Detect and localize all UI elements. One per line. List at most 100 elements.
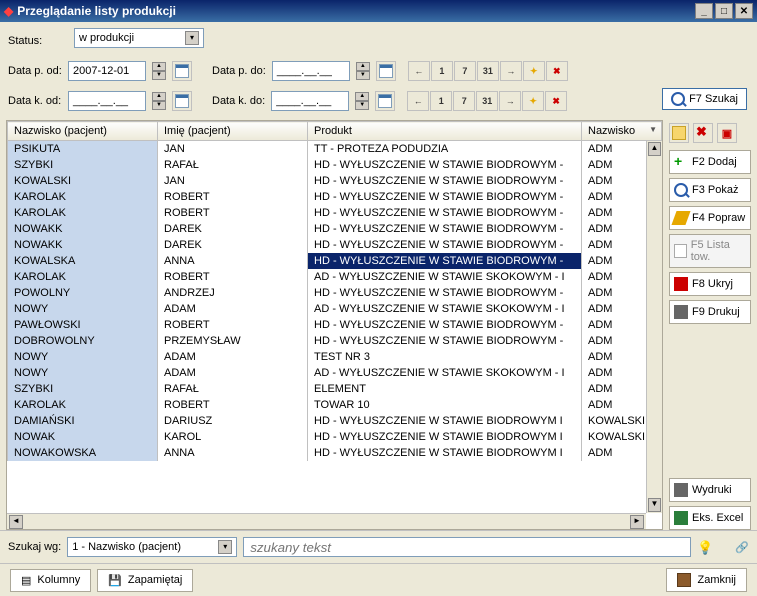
cell: HD - WYŁUSZCZENIE W STAWIE BIODROWYM - [308, 333, 582, 349]
table-row[interactable]: SZYBKIRAFAŁELEMENTADM [8, 381, 662, 397]
data-k-od-label: Data k. od: [8, 95, 62, 107]
table-row[interactable]: KAROLAKROBERTHD - WYŁUSZCZENIE W STAWIE … [8, 205, 662, 221]
f9-print-button[interactable]: F9 Drukuj [669, 300, 751, 324]
date-nav-btn-3[interactable]: 31 [476, 91, 498, 111]
cell: NOWY [8, 365, 158, 381]
data-p-od-input[interactable]: 2007-12-01 [68, 61, 146, 81]
data-p-do-calendar[interactable] [376, 61, 396, 81]
vertical-scrollbar[interactable]: ▲ ▼ [646, 141, 662, 513]
f8-hide-button[interactable]: F8 Ukryj [669, 272, 751, 296]
cell: DARIUSZ [158, 413, 308, 429]
data-k-od-input[interactable]: ____.__.__ [68, 91, 146, 111]
column-header[interactable]: Nazwisko (pacjent) [8, 122, 158, 141]
f3-show-button[interactable]: F3 Pokaż [669, 178, 751, 202]
cell: TT - PROTEZA PODUDZIA [308, 141, 582, 157]
wydruki-button[interactable]: Wydruki [669, 478, 751, 502]
calendar-icon [175, 64, 189, 78]
hide-icon [674, 277, 688, 291]
close-button[interactable]: ✕ [735, 3, 753, 19]
close-window-button[interactable]: Zamknij [666, 568, 747, 592]
data-k-do-calendar[interactable] [375, 91, 395, 111]
data-k-do-label: Data k. do: [212, 95, 265, 107]
door-icon [677, 573, 691, 587]
date-nav-strip-1: ←1731→✦✖ [408, 61, 568, 81]
data-grid[interactable]: Nazwisko (pacjent)Imię (pacjent)ProduktN… [6, 120, 663, 530]
table-row[interactable]: KAROLAKROBERTHD - WYŁUSZCZENIE W STAWIE … [8, 189, 662, 205]
hint-icon[interactable]: 💡 [697, 540, 711, 554]
horizontal-scrollbar[interactable]: ◄ ► [7, 513, 646, 529]
link-icon[interactable]: 🔗 [735, 541, 749, 554]
scroll-right-icon[interactable]: ► [630, 515, 644, 529]
date-nav-btn-4[interactable]: → [500, 61, 522, 81]
maximize-button[interactable]: □ [715, 3, 733, 19]
scroll-down-icon[interactable]: ▼ [648, 498, 661, 512]
data-p-od-stepper[interactable]: ▲▼ [152, 62, 166, 80]
data-p-do-input[interactable]: ____.__.__ [272, 61, 350, 81]
data-k-do-input[interactable]: ____.__.__ [271, 91, 349, 111]
date-nav-btn-0[interactable]: ← [407, 91, 429, 111]
table-row[interactable]: NOWYADAMTEST NR 3ADM [8, 349, 662, 365]
date-nav-btn-6[interactable]: ✖ [545, 91, 567, 111]
table-row[interactable]: DOBROWOLNYPRZEMYSŁAWHD - WYŁUSZCZENIE W … [8, 333, 662, 349]
cell: NOWAKOWSKA [8, 445, 158, 461]
table-row[interactable]: DAMIAŃSKIDARIUSZHD - WYŁUSZCZENIE W STAW… [8, 413, 662, 429]
date-nav-btn-5[interactable]: ✦ [523, 61, 545, 81]
pdf-icon[interactable]: ▣ [717, 123, 737, 143]
data-k-do-stepper[interactable]: ▲▼ [355, 92, 369, 110]
table-row[interactable]: SZYBKIRAFAŁHD - WYŁUSZCZENIE W STAWIE BI… [8, 157, 662, 173]
folder-icon[interactable] [669, 123, 689, 143]
f4-edit-button[interactable]: F4 Popraw [669, 206, 751, 230]
cell: AD - WYŁUSZCZENIE W STAWIE SKOKOWYM - I [308, 269, 582, 285]
cell: NOWAK [8, 429, 158, 445]
search-input[interactable] [243, 537, 691, 557]
calendar-icon [175, 94, 189, 108]
table-row[interactable]: KOWALSKIJANHD - WYŁUSZCZENIE W STAWIE BI… [8, 173, 662, 189]
status-dropdown[interactable]: w produkcji ▾ [74, 28, 204, 48]
scroll-left-icon[interactable]: ◄ [9, 515, 23, 529]
data-p-od-calendar[interactable] [172, 61, 192, 81]
table-row[interactable]: NOWYADAMAD - WYŁUSZCZENIE W STAWIE SKOKO… [8, 365, 662, 381]
date-nav-btn-6[interactable]: ✖ [546, 61, 568, 81]
data-k-od-calendar[interactable] [172, 91, 192, 111]
table-row[interactable]: PAWŁOWSKIROBERTHD - WYŁUSZCZENIE W STAWI… [8, 317, 662, 333]
table-row[interactable]: NOWYADAMAD - WYŁUSZCZENIE W STAWIE SKOKO… [8, 301, 662, 317]
table-row[interactable]: KAROLAKROBERTTOWAR 10ADM [8, 397, 662, 413]
save-layout-button[interactable]: 💾Zapamiętaj [97, 569, 193, 592]
minimize-button[interactable]: _ [695, 3, 713, 19]
data-p-do-stepper[interactable]: ▲▼ [356, 62, 370, 80]
app-icon: ◆ [4, 4, 13, 18]
date-nav-btn-0[interactable]: ← [408, 61, 430, 81]
cell: JAN [158, 141, 308, 157]
column-header[interactable]: Imię (pacjent) [158, 122, 308, 141]
date-nav-btn-3[interactable]: 31 [477, 61, 499, 81]
table-row[interactable]: PSIKUTAJANTT - PROTEZA PODUDZIAADM [8, 141, 662, 157]
cell: AD - WYŁUSZCZENIE W STAWIE SKOKOWYM - I [308, 301, 582, 317]
date-nav-btn-1[interactable]: 1 [430, 91, 452, 111]
date-nav-btn-2[interactable]: 7 [454, 61, 476, 81]
date-nav-btn-4[interactable]: → [499, 91, 521, 111]
search-button[interactable]: F7 Szukaj [662, 88, 747, 110]
column-header[interactable]: Produkt [308, 122, 582, 141]
table-row[interactable]: KOWALSKAANNAHD - WYŁUSZCZENIE W STAWIE B… [8, 253, 662, 269]
cell: NOWY [8, 349, 158, 365]
search-by-dropdown[interactable]: 1 - Nazwisko (pacjent) ▾ [67, 537, 237, 557]
date-nav-btn-5[interactable]: ✦ [522, 91, 544, 111]
column-header[interactable]: Nazwisko▼ [582, 122, 662, 141]
columns-button[interactable]: ▤Kolumny [10, 569, 91, 592]
cell: HD - WYŁUSZCZENIE W STAWIE BIODROWYM - [308, 317, 582, 333]
scroll-up-icon[interactable]: ▲ [648, 142, 661, 156]
cell: HD - WYŁUSZCZENIE W STAWIE BIODROWYM - [308, 173, 582, 189]
table-row[interactable]: NOWAKKAROLHD - WYŁUSZCZENIE W STAWIE BIO… [8, 429, 662, 445]
table-row[interactable]: NOWAKKDAREKHD - WYŁUSZCZENIE W STAWIE BI… [8, 221, 662, 237]
table-row[interactable]: NOWAKOWSKAANNAHD - WYŁUSZCZENIE W STAWIE… [8, 445, 662, 461]
date-nav-strip-2: ←1731→✦✖ [407, 91, 567, 111]
data-k-od-stepper[interactable]: ▲▼ [152, 92, 166, 110]
table-row[interactable]: POWOLNYANDRZEJHD - WYŁUSZCZENIE W STAWIE… [8, 285, 662, 301]
date-nav-btn-1[interactable]: 1 [431, 61, 453, 81]
table-row[interactable]: NOWAKKDAREKHD - WYŁUSZCZENIE W STAWIE BI… [8, 237, 662, 253]
date-nav-btn-2[interactable]: 7 [453, 91, 475, 111]
f2-add-button[interactable]: +F2 Dodaj [669, 150, 751, 174]
excel-export-button[interactable]: Eks. Excel [669, 506, 751, 530]
table-row[interactable]: KAROLAKROBERTAD - WYŁUSZCZENIE W STAWIE … [8, 269, 662, 285]
delete-icon[interactable]: ✖ [693, 123, 713, 143]
